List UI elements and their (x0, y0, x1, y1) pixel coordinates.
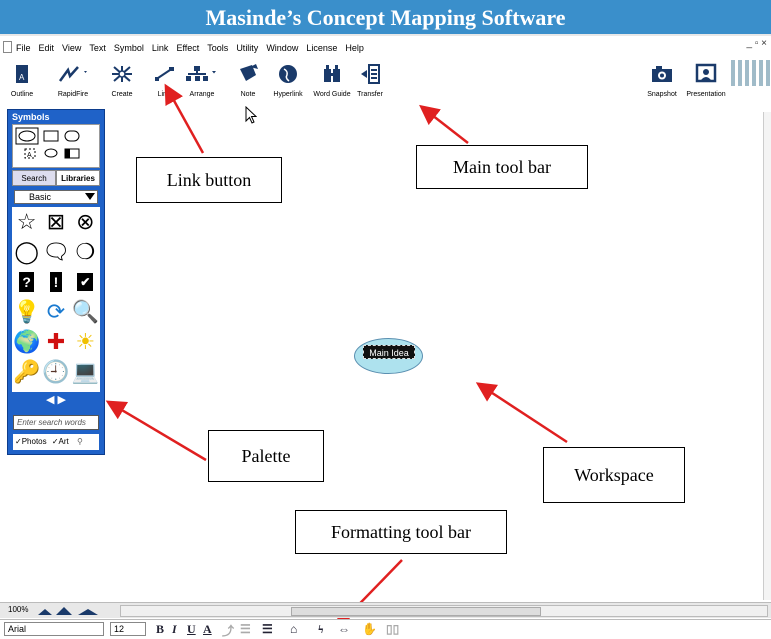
effect-icon[interactable]: ϟ (318, 622, 324, 637)
text-color-button[interactable]: A (203, 622, 212, 637)
zoom-mountain-icon[interactable] (38, 606, 104, 616)
formatting-toolbar: Arial 12 B I U A ⤴ ☰ ☰ ⌂ ϟ ⇔ ✋ ▯▯ (0, 619, 771, 639)
annotation-arrows (105, 83, 568, 631)
underline-button[interactable]: U (187, 622, 196, 637)
link-style-icon[interactable]: ⤴ (222, 622, 234, 639)
scrollbar-thumb[interactable] (291, 607, 541, 616)
vertical-scrollbar[interactable] (763, 112, 771, 600)
grid-icon[interactable]: ▯▯ (386, 622, 399, 637)
line-style-icon[interactable]: ☰ (240, 622, 251, 637)
line-weight-icon[interactable]: ☰ (262, 622, 273, 637)
hand-icon[interactable]: ✋ (362, 622, 377, 637)
symbol-style-icon[interactable]: ⌂ (290, 622, 297, 637)
font-size-select[interactable]: 12 (110, 622, 146, 636)
resize-icon[interactable]: ⇔ (338, 622, 350, 637)
font-select[interactable]: Arial (4, 622, 104, 636)
horizontal-scrollbar[interactable] (120, 605, 768, 617)
zoom-level[interactable]: 100% (8, 605, 28, 614)
bold-button[interactable]: B (156, 622, 164, 637)
italic-button[interactable]: I (172, 622, 177, 637)
bottom-bar: 100% (0, 602, 771, 618)
